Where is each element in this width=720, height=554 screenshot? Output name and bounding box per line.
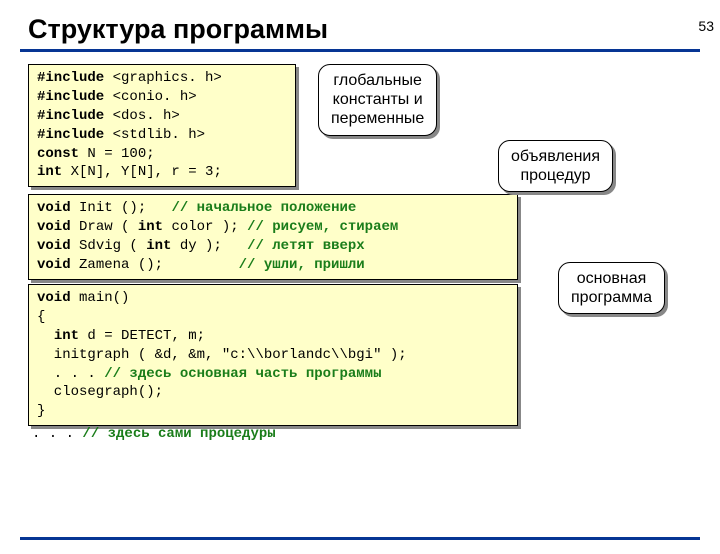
kw-int: int [54,328,79,344]
kw-const: const [37,146,79,162]
comment: // здесь основная часть программы [104,366,381,382]
kw-include: #include [37,89,104,105]
literal: 100 [121,146,146,162]
kw-include: #include [37,70,104,86]
code-text: ; [213,164,221,180]
code-text: { [37,309,45,325]
code-text: <conio. h> [104,89,196,105]
code-text: Zamena (); [71,257,239,273]
code-text: N = [79,146,121,162]
code-block-prototypes: void Init (); // начальное положение voi… [28,194,518,280]
code-text: initgraph ( &d, &m, [37,347,222,363]
code-text: closegraph(); [37,384,163,400]
callout-line: объявления [511,148,600,165]
code-text: <dos. h> [104,108,180,124]
callout-line: основная [577,270,647,287]
code-text: } [37,403,45,419]
callout-main: основная программа [558,262,665,314]
code-text: Draw ( [71,219,138,235]
callout-line: глобальные [333,72,422,89]
kw-void: void [37,257,71,273]
comment: // здесь сами процедуры [82,426,275,442]
page-title: Структура программы [28,14,720,45]
kw-void: void [37,238,71,254]
code-block-includes: #include <graphics. h> #include <conio. … [28,64,296,187]
code-text: Init (); [71,200,172,216]
code-tail: . . . // здесь сами процедуры [32,426,276,442]
code-text: ; [146,146,154,162]
code-text: <graphics. h> [104,70,222,86]
code-text: X[N], Y[N], r = [62,164,205,180]
kw-void: void [37,200,71,216]
kw-include: #include [37,127,104,143]
code-text: ); [381,347,406,363]
comment: // летят вверх [247,238,365,254]
kw-int: int [146,238,171,254]
string-literal: "c:\\borlandc\\bgi" [222,347,382,363]
callout-line: константы и [333,91,423,108]
code-text: d = DETECT, m; [79,328,205,344]
callout-line: программа [571,289,652,306]
callout-prototypes: объявления процедур [498,140,613,192]
kw-void: void [37,219,71,235]
kw-include: #include [37,108,104,124]
code-text: <stdlib. h> [104,127,205,143]
code-text: color ); [163,219,247,235]
comment: // ушли, пришли [239,257,365,273]
kw-int: int [138,219,163,235]
comment: // начальное положение [171,200,356,216]
kw-int: int [37,164,62,180]
code-block-main: void main() { int d = DETECT, m; initgra… [28,284,518,426]
callout-line: переменные [331,110,424,127]
code-text: dy ); [171,238,247,254]
page-number: 53 [698,18,714,34]
callout-globals: глобальные константы и переменные [318,64,437,136]
callout-line: процедур [520,167,590,184]
comment: // рисуем, стираем [247,219,398,235]
code-text: . . . [32,426,82,442]
code-text: main() [71,290,130,306]
title-rule [20,49,700,52]
kw-void: void [37,290,71,306]
code-text: Sdvig ( [71,238,147,254]
code-text: . . . [37,366,104,382]
